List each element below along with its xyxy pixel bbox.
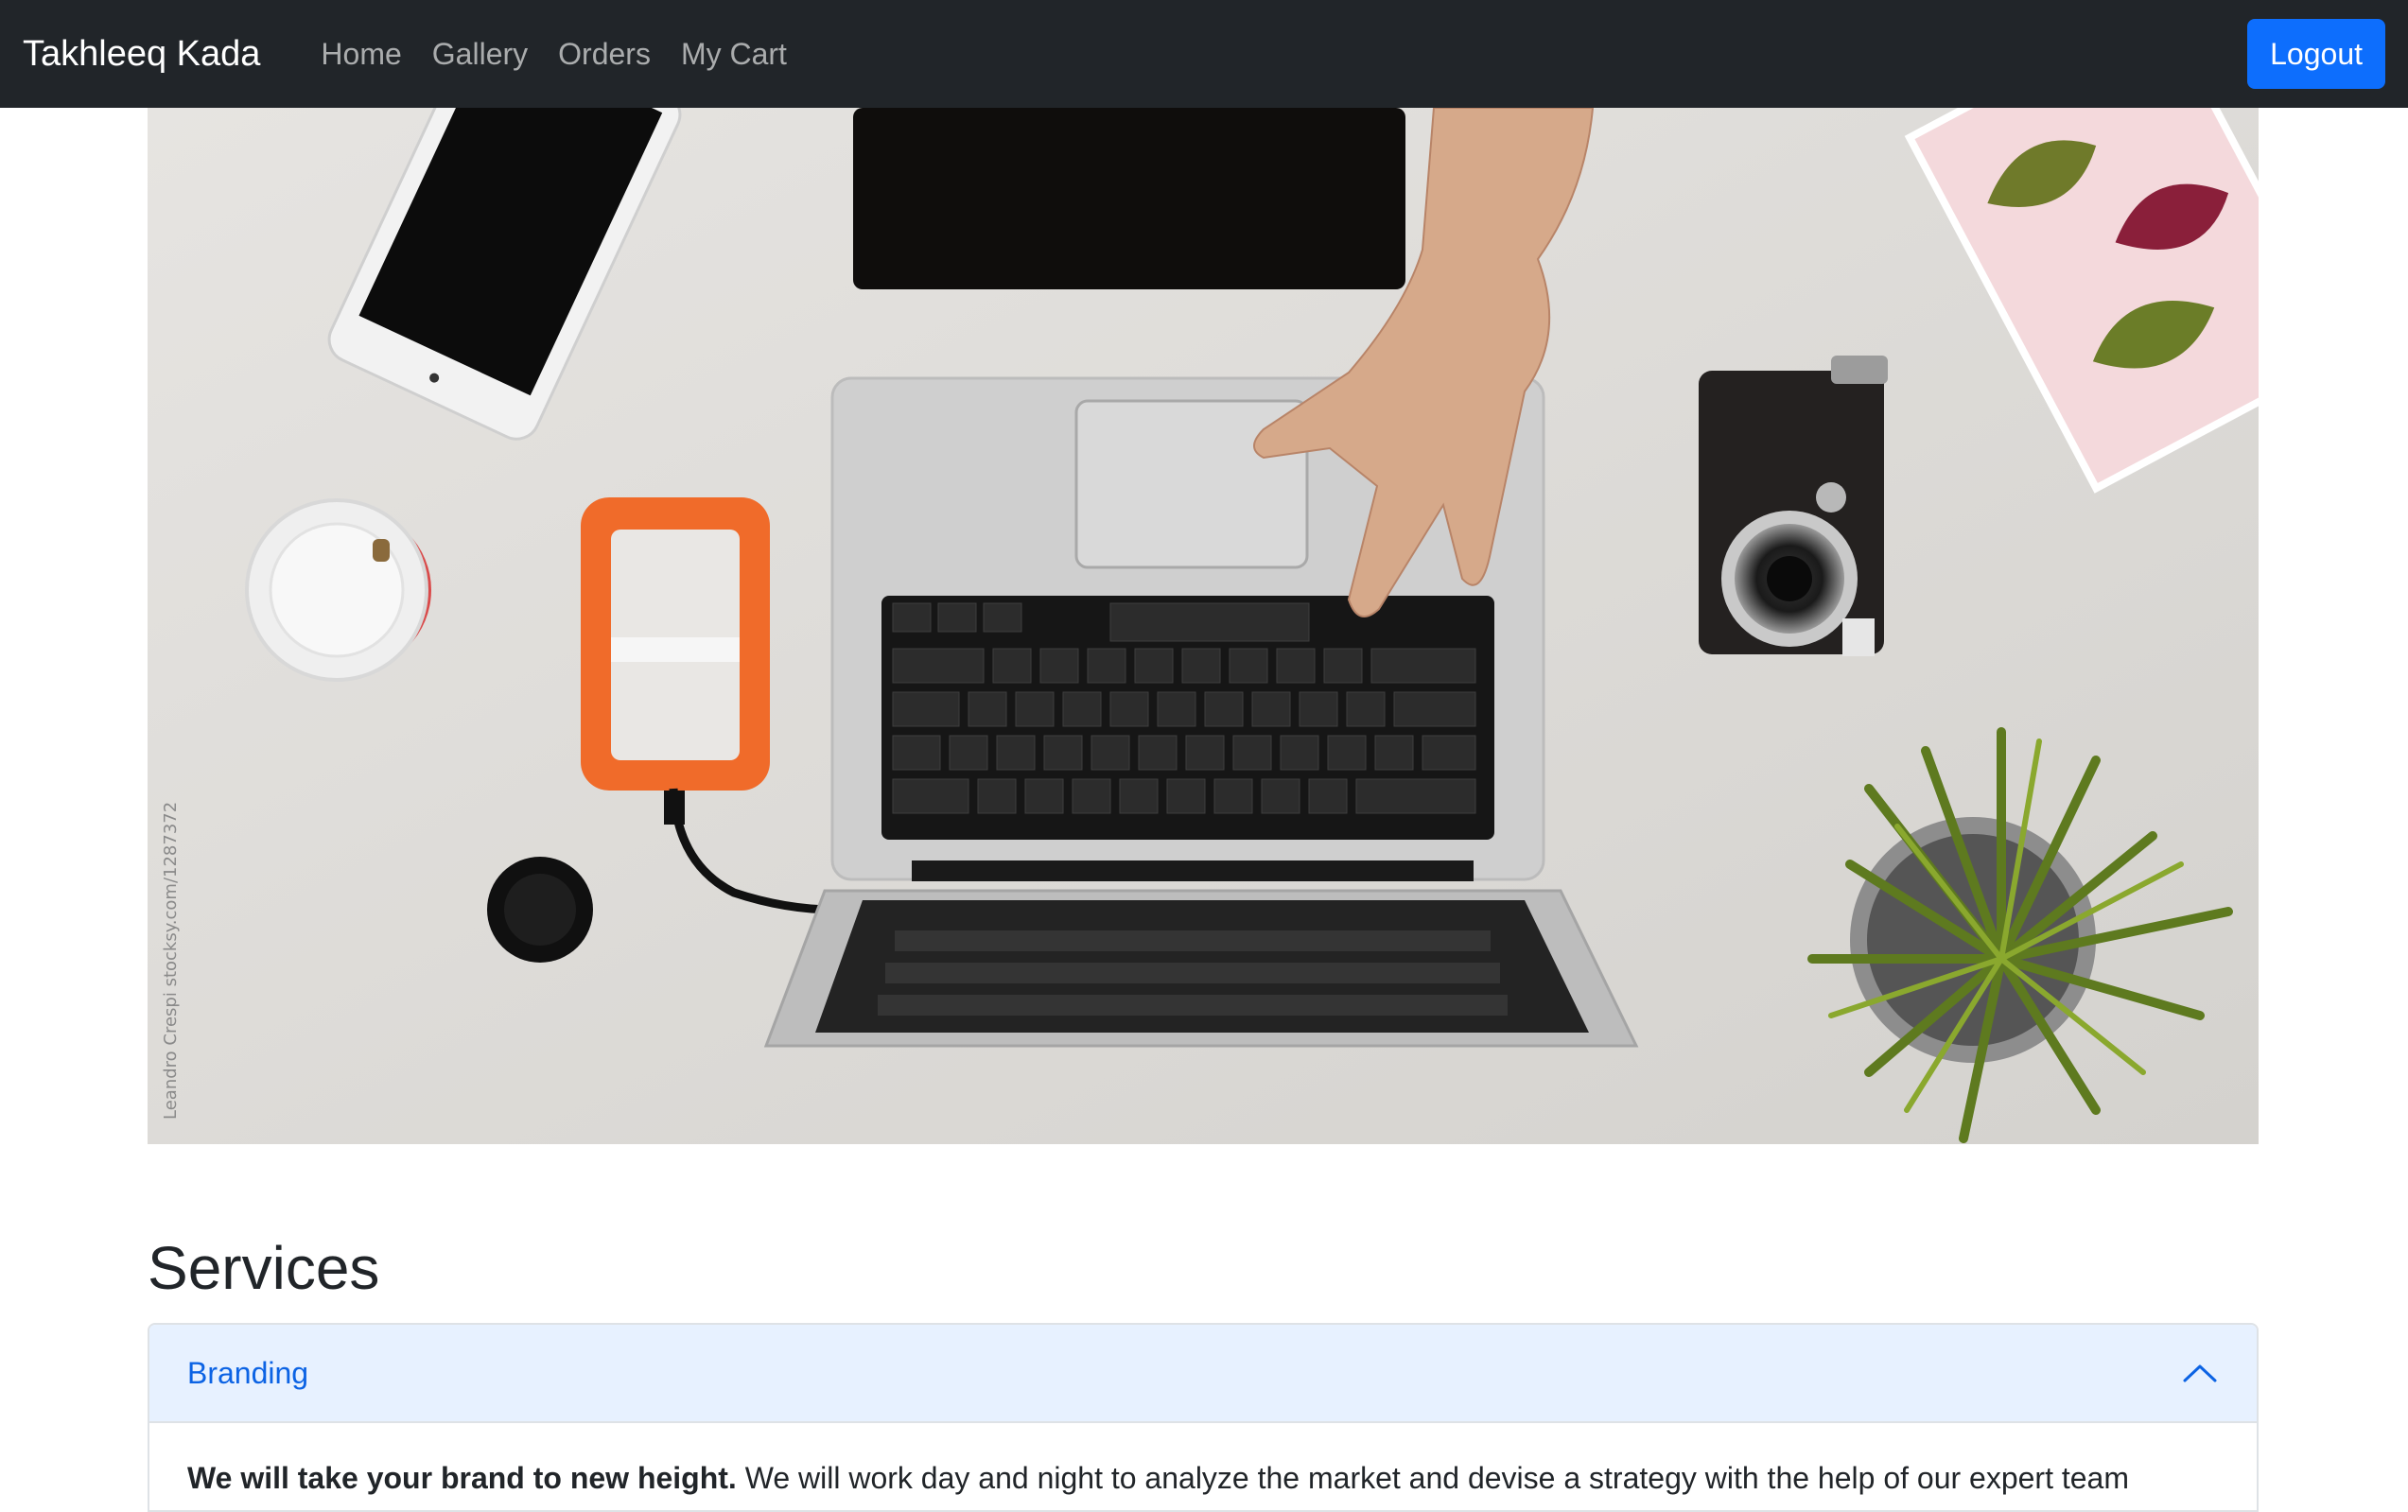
- top-navbar: Takhleeq Kada Home Gallery Orders My Car…: [0, 0, 2408, 108]
- photo-credit-watermark: Leandro Crespi stocksy.com/1287372: [161, 802, 181, 1120]
- accordion-body-lead: We will take your brand to new height.: [187, 1461, 737, 1495]
- logout-button[interactable]: Logout: [2247, 19, 2385, 89]
- nav-link-gallery[interactable]: Gallery: [417, 37, 543, 72]
- brand-logo-text[interactable]: Takhleeq Kada: [23, 34, 260, 75]
- services-accordion: Branding We will take your brand to new …: [148, 1323, 2259, 1512]
- accordion-body-text: We will work day and night to analyze th…: [736, 1461, 2129, 1495]
- accordion-title: Branding: [187, 1355, 309, 1390]
- nav-link-orders[interactable]: Orders: [543, 37, 666, 72]
- accordion-body: We will take your brand to new height. W…: [149, 1423, 2257, 1510]
- nav-link-home[interactable]: Home: [305, 37, 416, 72]
- accordion-header-branding[interactable]: Branding: [149, 1325, 2257, 1423]
- hero-image: Leandro Crespi stocksy.com/1287372: [148, 108, 2259, 1144]
- camera-illustration: [1699, 356, 1888, 656]
- nav-links: Home Gallery Orders My Cart: [305, 37, 802, 72]
- services-heading: Services: [148, 1234, 380, 1302]
- chevron-up-icon[interactable]: [2181, 1354, 2219, 1392]
- nav-link-my-cart[interactable]: My Cart: [666, 37, 802, 72]
